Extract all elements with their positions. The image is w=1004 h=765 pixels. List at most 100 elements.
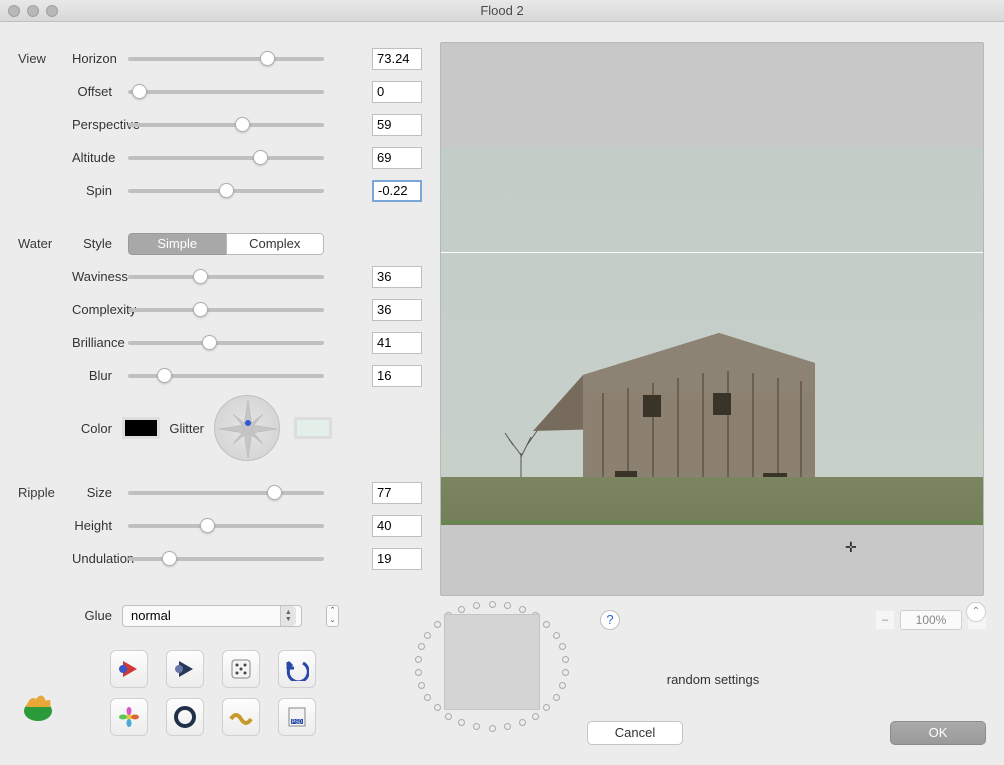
dial-dot[interactable] [559, 682, 566, 689]
preset-button[interactable] [110, 650, 148, 688]
style-complex-button[interactable]: Complex [226, 233, 325, 255]
slider-complexity[interactable] [128, 308, 324, 312]
glue-step-up[interactable]: ⌃ [327, 606, 338, 616]
label-glue: Glue [72, 608, 122, 623]
svg-text:PSD: PSD [292, 720, 303, 726]
input-perspective[interactable] [372, 114, 422, 136]
input-offset[interactable] [372, 81, 422, 103]
slider-undulation[interactable] [128, 557, 324, 561]
ring-button[interactable] [166, 698, 204, 736]
glue-stepper: ⌃ ⌄ [326, 605, 339, 627]
ok-button[interactable]: OK [890, 721, 986, 745]
style-simple-button[interactable]: Simple [128, 233, 226, 255]
input-altitude[interactable] [372, 147, 422, 169]
dial-dot[interactable] [458, 606, 465, 613]
titlebar: Flood 2 [0, 0, 1004, 22]
input-blur[interactable] [372, 365, 422, 387]
dial-dot[interactable] [489, 725, 496, 732]
ring-icon [173, 705, 197, 729]
preview-canvas[interactable]: ✛ [440, 42, 984, 596]
dial-dot[interactable] [473, 602, 480, 609]
dial-dot[interactable] [504, 602, 511, 609]
dial-dot[interactable] [519, 719, 526, 726]
input-complexity[interactable] [372, 299, 422, 321]
psd-icon: PSD [285, 705, 309, 729]
dial-dot[interactable] [559, 643, 566, 650]
slider-altitude[interactable] [128, 156, 324, 160]
dial-dot[interactable] [553, 694, 560, 701]
glue-select[interactable]: normal [122, 605, 302, 627]
dial-dot[interactable] [504, 723, 511, 730]
zoom-level[interactable]: 100% [900, 610, 962, 630]
window-root: Flood 2 View Horizon Offset Perspective [0, 0, 1004, 765]
slider-height[interactable] [128, 524, 324, 528]
dial-dot[interactable] [562, 669, 569, 676]
group-label-ripple: Ripple [18, 485, 72, 500]
wave-button[interactable] [222, 698, 260, 736]
input-undulation[interactable] [372, 548, 422, 570]
dial-dot[interactable] [543, 704, 550, 711]
glitter-swatch[interactable] [294, 417, 332, 439]
input-height[interactable] [372, 515, 422, 537]
dial-dot[interactable] [489, 601, 496, 608]
dial-dot[interactable] [434, 704, 441, 711]
dial-dot[interactable] [532, 713, 539, 720]
slider-perspective[interactable] [128, 123, 324, 127]
help-button[interactable]: ? [600, 610, 620, 630]
crosshair-icon[interactable]: ✛ [845, 539, 857, 556]
dial-dot[interactable] [415, 669, 422, 676]
label-waviness: Waviness [72, 269, 122, 284]
dial-dot[interactable] [415, 656, 422, 663]
input-waviness[interactable] [372, 266, 422, 288]
label-size: Size [72, 485, 122, 500]
slider-offset[interactable] [128, 90, 324, 94]
psd-button[interactable]: PSD [278, 698, 316, 736]
label-blur: Blur [72, 368, 122, 383]
color-swatch[interactable] [122, 417, 160, 439]
label-altitude: Altitude [72, 150, 122, 165]
barn-graphic [533, 323, 845, 503]
dial-dot[interactable] [458, 719, 465, 726]
undo-button[interactable] [278, 650, 316, 688]
dial-dot[interactable] [434, 621, 441, 628]
label-glitter: Glitter [168, 421, 214, 436]
label-color: Color [72, 421, 122, 436]
slider-brilliance[interactable] [128, 341, 324, 345]
collapse-button[interactable]: ⌃ [966, 602, 986, 622]
preview-image: ✛ [441, 147, 983, 517]
random-settings-dial[interactable] [418, 604, 596, 740]
controls-panel: View Horizon Offset Perspective Altitude [0, 22, 434, 765]
slider-spin[interactable] [128, 189, 324, 193]
group-label-water: Water [18, 236, 72, 251]
style-segmented-control: Simple Complex [128, 233, 324, 255]
dial-dot[interactable] [424, 632, 431, 639]
glitter-compass[interactable] [214, 395, 280, 461]
play-button[interactable] [166, 650, 204, 688]
input-spin[interactable] [372, 180, 422, 202]
slider-size[interactable] [128, 491, 324, 495]
dial-dot[interactable] [473, 723, 480, 730]
waterline-indicator[interactable] [441, 521, 983, 523]
slider-blur[interactable] [128, 374, 324, 378]
dial-dot[interactable] [424, 694, 431, 701]
slider-horizon[interactable] [128, 57, 324, 61]
glue-step-down[interactable]: ⌄ [327, 616, 338, 626]
dial-dot[interactable] [519, 606, 526, 613]
label-complexity: Complexity [72, 302, 122, 317]
input-horizon[interactable] [372, 48, 422, 70]
dial-dot[interactable] [418, 643, 425, 650]
dial-dot[interactable] [543, 621, 550, 628]
randomize-button[interactable] [222, 650, 260, 688]
dial-dot[interactable] [445, 713, 452, 720]
zoom-out-button[interactable]: – [876, 611, 894, 629]
dial-dot[interactable] [562, 656, 569, 663]
flower-button[interactable] [110, 698, 148, 736]
dial-dot[interactable] [553, 632, 560, 639]
window-title: Flood 2 [0, 3, 1004, 18]
label-perspective: Perspective [72, 117, 122, 132]
input-size[interactable] [372, 482, 422, 504]
input-brilliance[interactable] [372, 332, 422, 354]
dial-dot[interactable] [418, 682, 425, 689]
cancel-button[interactable]: Cancel [587, 721, 683, 745]
slider-waviness[interactable] [128, 275, 324, 279]
